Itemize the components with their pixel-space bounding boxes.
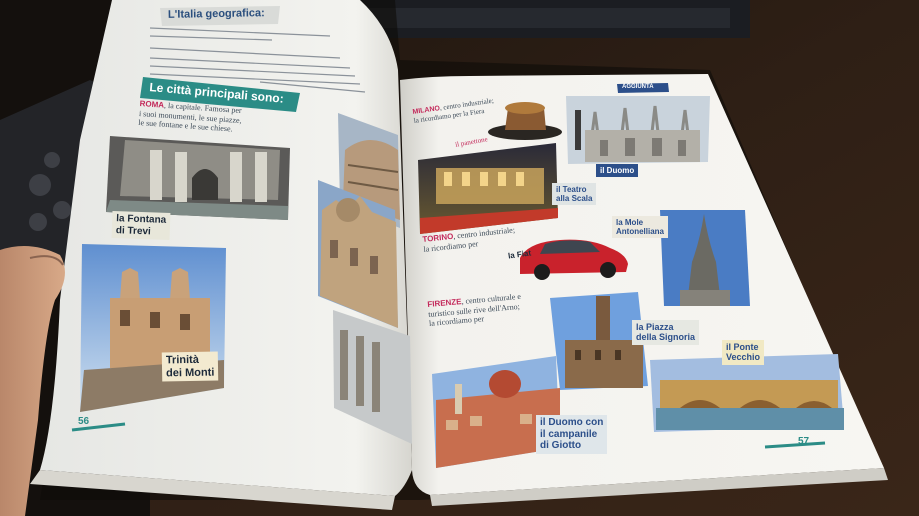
photo-scene: L'Italia geografica: Le città principali… xyxy=(0,0,919,516)
caption-ponte-vecchio: il Ponte Vecchio xyxy=(722,340,765,365)
caption-duomo-firenze-line1: il Duomo con xyxy=(540,417,604,428)
caption-ponte-line1: il Ponte xyxy=(726,342,759,352)
caption-ponte-line2: Vecchio xyxy=(726,352,761,363)
caption-duomo-firenze-line3: di Giotto xyxy=(540,440,582,451)
caption-teatro-alla-scala: il Teatro alla Scala xyxy=(552,183,597,206)
caption-trinita-line2: dei Monti xyxy=(166,366,215,380)
caption-teatro-line2: alla Scala xyxy=(556,194,593,204)
caption-piazza-line2: della Signoria xyxy=(636,332,696,343)
caption-duomo-milano: il Duomo xyxy=(596,164,639,178)
book-photo xyxy=(0,0,919,516)
caption-mole-line1: la Mole xyxy=(616,218,644,227)
caption-trinita-dei-monti: Trinità dei Monti xyxy=(161,351,219,382)
caption-fontana-di-trevi: la Fontana di Trevi xyxy=(111,210,171,241)
page-number-left: 56 xyxy=(78,416,90,427)
caption-fontana-line2: di Trevi xyxy=(115,224,152,237)
caption-duomo-firenze-line2: il campanile xyxy=(540,428,598,440)
caption-mole-line2: Antonelliana xyxy=(616,227,665,237)
caption-piazza-della-signoria: la Piazza della Signoria xyxy=(632,320,700,345)
section-title: L'Italia geografica: xyxy=(167,7,265,21)
page-number-right: 57 xyxy=(798,436,810,447)
caption-trinita-line1: Trinità xyxy=(165,353,200,367)
caption-piazza-line1: la Piazza xyxy=(636,322,674,332)
caption-teatro-line1: il Teatro xyxy=(556,185,587,194)
tab-label: AGGIUNTA xyxy=(622,84,654,90)
caption-duomo-firenze: il Duomo con il campanile di Giotto xyxy=(536,415,608,454)
caption-mole-antonelliana: la Mole Antonelliana xyxy=(612,216,669,239)
